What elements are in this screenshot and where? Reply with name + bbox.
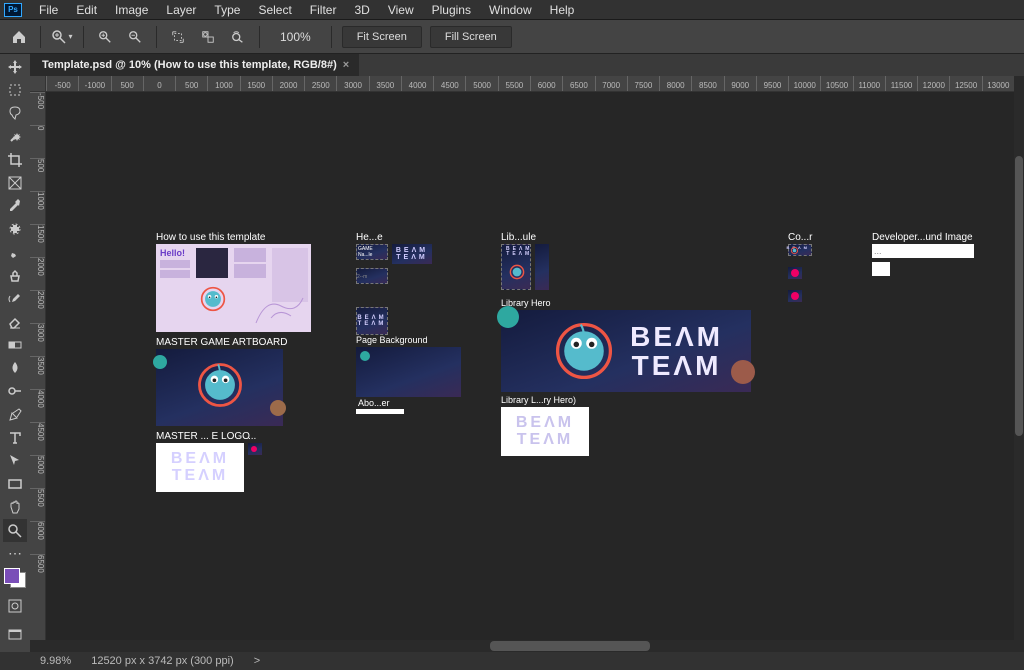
zoom-tool-icon[interactable]: ▾ (51, 26, 73, 48)
vertical-scrollbar[interactable] (1014, 76, 1024, 640)
lasso-tool[interactable] (3, 102, 27, 124)
status-caret[interactable]: > (254, 655, 260, 667)
master-character-icon (192, 357, 248, 413)
rectangle-tool[interactable] (3, 473, 27, 495)
artboard-master-game[interactable] (156, 349, 283, 426)
menu-view[interactable]: View (379, 3, 423, 17)
move-tool[interactable] (3, 56, 27, 78)
artboard-tiny[interactable] (248, 443, 262, 455)
artboard-cor1[interactable]: BEΛM (788, 244, 812, 256)
howto-hello: Hello! (160, 248, 185, 258)
pen-tool[interactable] (3, 404, 27, 426)
menu-plugins[interactable]: Plugins (423, 3, 480, 17)
zoom-all-windows-icon[interactable] (197, 26, 219, 48)
horizontal-scrollbar[interactable] (30, 640, 1014, 652)
history-brush-tool[interactable] (3, 288, 27, 310)
zoom-in-icon[interactable] (94, 26, 116, 48)
artboard-library-hero[interactable]: BEΛMTEΛM (501, 310, 751, 392)
eraser-tool[interactable] (3, 311, 27, 333)
document-tab-title: Template.psd @ 10% (How to use this temp… (42, 59, 337, 71)
canvas[interactable]: How to use this template Hello! (46, 92, 1014, 652)
artboard-label-libryhero[interactable]: Library L...ry Hero) (501, 395, 576, 405)
artboard-hee-logo[interactable]: BEΛMTEΛM (392, 244, 432, 264)
artboard-libule-side[interactable] (535, 244, 549, 290)
path-selection-tool[interactable] (3, 450, 27, 472)
menu-help[interactable]: Help (541, 3, 584, 17)
blur-tool[interactable] (3, 357, 27, 379)
artboard-tool[interactable] (3, 79, 27, 101)
zoom-percentage[interactable]: 100% (270, 28, 321, 46)
scrubby-zoom-icon[interactable] (227, 26, 249, 48)
edit-toolbar-icon[interactable]: ⋯ (3, 543, 27, 565)
status-dimensions[interactable]: 12520 px x 3742 px (300 ppi) (91, 655, 234, 667)
color-swatches[interactable] (2, 566, 28, 590)
artboard-label-ellipsis[interactable]: ... (248, 431, 256, 442)
howto-thumb-icon (196, 282, 230, 316)
artboard-label-libule[interactable]: Lib...ule (501, 232, 536, 243)
quick-selection-tool[interactable] (3, 126, 27, 148)
dodge-tool[interactable] (3, 380, 27, 402)
brush-tool[interactable] (3, 241, 27, 263)
quick-mask-icon[interactable] (3, 595, 27, 617)
menu-file[interactable]: File (30, 3, 67, 17)
artboard-aboe[interactable] (356, 409, 404, 414)
artboard-hee3[interactable]: BEΛMTEΛM (356, 307, 388, 335)
fill-screen-button[interactable]: Fill Screen (430, 26, 512, 48)
artboard-howto[interactable]: Hello! (156, 244, 311, 332)
photoshop-logo: Ps (4, 3, 22, 17)
home-icon[interactable] (8, 26, 30, 48)
frame-tool[interactable] (3, 172, 27, 194)
artboard-label-dev[interactable]: Developer...und Image (872, 232, 973, 243)
artboard-master-logo[interactable]: BEΛMTEΛM (156, 443, 244, 492)
artboard-label-hee[interactable]: He...e (356, 232, 383, 243)
gradient-tool[interactable] (3, 334, 27, 356)
menu-type[interactable]: Type (205, 3, 249, 17)
document-tab[interactable]: Template.psd @ 10% (How to use this temp… (30, 54, 359, 76)
menu-layer[interactable]: Layer (157, 3, 205, 17)
menu-edit[interactable]: Edit (67, 3, 106, 17)
menu-image[interactable]: Image (106, 3, 157, 17)
howto-doodle (251, 288, 309, 330)
spot-heal-tool[interactable] (3, 218, 27, 240)
menu-window[interactable]: Window (480, 3, 541, 17)
ruler-vertical[interactable]: -500050010001500200025003000350040004500… (30, 92, 46, 652)
artboard-label-aboe[interactable]: Abo...er (358, 398, 390, 408)
eyedropper-tool[interactable] (3, 195, 27, 217)
artboard-label-pagebg[interactable]: Page Background (356, 335, 428, 345)
artboard-label-howto[interactable]: How to use this template (156, 232, 266, 243)
crop-tool[interactable] (3, 149, 27, 171)
hero-character-icon (551, 318, 617, 384)
menu-3d[interactable]: 3D (345, 3, 378, 17)
hand-tool[interactable] (3, 496, 27, 518)
artboard-libule[interactable]: BEΛMTEΛM (501, 244, 531, 290)
artboard-cor3[interactable] (788, 290, 802, 302)
menu-select[interactable]: Select (249, 3, 300, 17)
menu-filter[interactable]: Filter (301, 3, 346, 17)
artboard-label-cor[interactable]: Co...r (788, 232, 812, 243)
artboard-label-mastergame[interactable]: MASTER GAME ARTBOARD (156, 337, 288, 348)
hero-logo-text: BEΛMTEΛM (630, 322, 723, 381)
screen-mode-icon[interactable] (3, 624, 27, 646)
horizontal-scroll-thumb[interactable] (490, 641, 650, 651)
ruler-corner (30, 76, 46, 92)
artboard-cor2[interactable] (788, 267, 802, 279)
zoom-out-icon[interactable] (124, 26, 146, 48)
status-zoom[interactable]: 9.98% (40, 655, 71, 667)
artboard-hee2[interactable]: 2--m (356, 268, 388, 284)
zoom-tool-toolbar[interactable] (3, 519, 27, 541)
artboard-libryhero[interactable]: BEΛMTEΛM (501, 407, 589, 456)
resize-window-icon[interactable] (167, 26, 189, 48)
artboard-dev2[interactable] (872, 262, 890, 276)
artboard-pagebg[interactable] (356, 347, 461, 397)
artboard-label-masterlogo[interactable]: MASTER ... E LOGO (156, 431, 250, 442)
artboard-hee1[interactable]: GAME Na...le (356, 244, 388, 260)
clone-stamp-tool[interactable] (3, 265, 27, 287)
ruler-horizontal[interactable]: -500-10005000500100015002000250030003500… (46, 76, 1014, 92)
type-tool[interactable] (3, 427, 27, 449)
artboard-dev1[interactable]: ... (872, 244, 974, 258)
fit-screen-button[interactable]: Fit Screen (342, 26, 422, 48)
close-tab-icon[interactable]: × (343, 59, 349, 71)
vertical-scroll-thumb[interactable] (1015, 156, 1023, 436)
tools-panel: ⋯ (0, 54, 30, 652)
